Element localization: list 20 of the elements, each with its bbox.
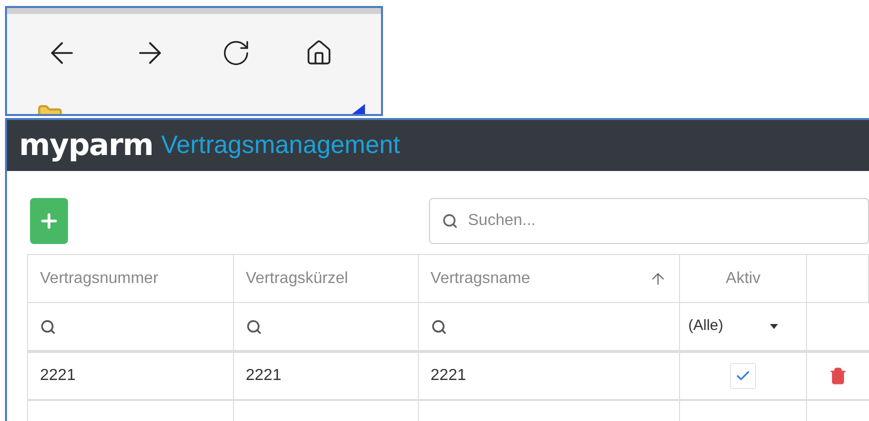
column-header[interactable]: Vertragsname: [430, 266, 530, 290]
table-cell-text: 2221: [40, 366, 76, 386]
column-header[interactable]: Aktiv: [726, 266, 760, 290]
search-icon: [246, 318, 262, 334]
column-header[interactable]: Vertragsnummer: [40, 266, 158, 290]
delete-icon[interactable]: [829, 366, 848, 386]
search-icon: [430, 318, 447, 334]
reload-icon[interactable]: [221, 38, 251, 68]
search-icon: [442, 212, 458, 228]
search-field[interactable]: Suchen...: [429, 198, 869, 244]
caret-icon: [770, 324, 778, 329]
app-title: Vertragsmanagement: [161, 130, 400, 161]
table-cell-text: 2221: [430, 366, 466, 386]
column-header[interactable]: Vertragskürzel: [246, 266, 348, 290]
home-icon[interactable]: [305, 39, 333, 67]
active-checkbox[interactable]: [730, 363, 756, 389]
filter-dropdown[interactable]: (Alle): [688, 315, 778, 338]
logo: myparm: [19, 130, 154, 160]
search-icon: [40, 318, 56, 334]
table-cell-text: 2221: [246, 366, 282, 386]
